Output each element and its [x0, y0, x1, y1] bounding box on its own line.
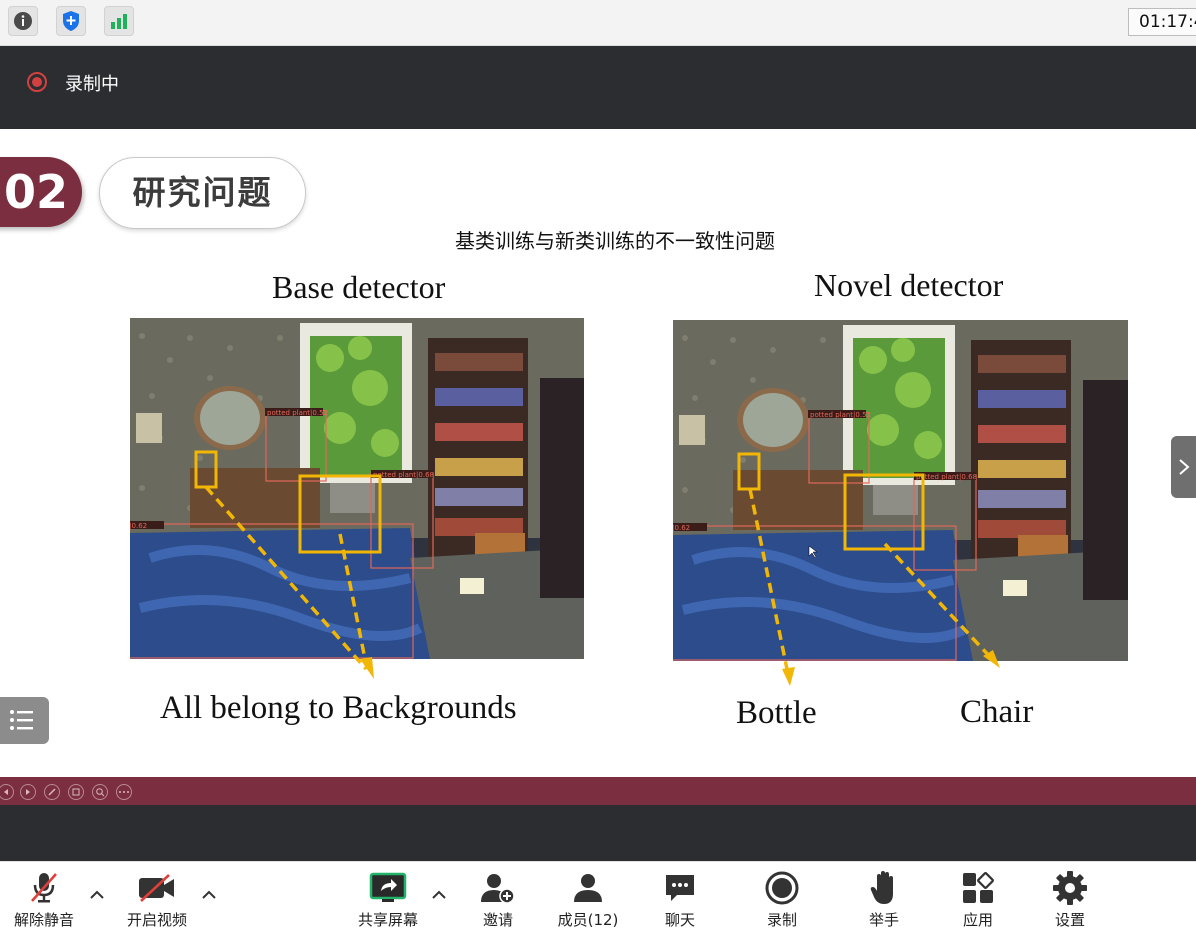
- meeting-toolbar: 解除静音 开启视频 共享屏幕 邀请 成员(12) 聊天 录制 举手 应用 设置: [0, 861, 1196, 929]
- shield-plus-icon[interactable]: [56, 6, 86, 36]
- apps-button[interactable]: 应用: [950, 862, 1006, 930]
- record-label: 录制: [766, 911, 797, 929]
- raise-hand-button[interactable]: 举手: [856, 862, 912, 930]
- recording-indicator-icon: [27, 72, 47, 92]
- raise-hand-label: 举手: [868, 911, 899, 929]
- detection-label: bed|0.62: [673, 524, 690, 532]
- record-icon: [762, 868, 802, 907]
- shared-slide: 02 研究问题 基类训练与新类训练的不一致性问题 Base detector p…: [0, 129, 1196, 777]
- slide-subtitle: 基类训练与新类训练的不一致性问题: [455, 229, 775, 253]
- signal-bars-icon[interactable]: [104, 6, 134, 36]
- chat-button[interactable]: 聊天: [652, 862, 708, 930]
- start-video-button[interactable]: 开启视频: [120, 862, 194, 930]
- record-button[interactable]: 录制: [754, 862, 810, 930]
- base-detector-title: Base detector: [272, 269, 446, 305]
- chevron-up-icon: [90, 890, 104, 899]
- chat-icon: [660, 868, 700, 907]
- meeting-area-background: [0, 805, 1196, 861]
- invite-button[interactable]: 邀请: [470, 862, 526, 930]
- info-icon[interactable]: [8, 6, 38, 36]
- members-label: 成员(12): [557, 911, 619, 929]
- chair-caption: Chair: [960, 694, 1034, 730]
- share-screen-icon: [368, 868, 408, 907]
- chevron-up-icon: [432, 890, 446, 899]
- recording-bar: 录制中: [0, 46, 1196, 129]
- invite-user-icon: [478, 868, 518, 907]
- apps-icon: [958, 868, 998, 907]
- raise-hand-icon: [864, 868, 904, 907]
- detection-label: potted plant|0.52: [810, 411, 871, 419]
- prev-icon[interactable]: [0, 784, 14, 800]
- detection-label: potted plant|0.68: [916, 473, 977, 481]
- section-number: 02: [0, 157, 82, 227]
- detection-label: bed|0.62: [130, 522, 147, 530]
- unmute-label: 解除静音: [13, 911, 74, 929]
- section-title: 研究问题: [99, 157, 306, 229]
- video-options-caret[interactable]: [200, 886, 218, 904]
- share-screen-button[interactable]: 共享屏幕: [352, 862, 424, 930]
- recording-status: 录制中: [65, 74, 119, 95]
- slides-icon[interactable]: [68, 784, 84, 800]
- slideshow-controls: [0, 777, 1196, 805]
- novel-detector-title: Novel detector: [814, 267, 1004, 303]
- pointer-arrows-right: [748, 488, 1000, 686]
- share-screen-label: 共享屏幕: [357, 911, 418, 929]
- next-icon[interactable]: [20, 784, 36, 800]
- chat-label: 聊天: [664, 911, 695, 929]
- detection-label: potted plant|0.52: [267, 409, 328, 417]
- pen-icon[interactable]: [44, 784, 60, 800]
- zoom-icon[interactable]: [92, 784, 108, 800]
- audio-options-caret[interactable]: [88, 886, 106, 904]
- slide-menu-button[interactable]: [0, 697, 49, 744]
- settings-label: 设置: [1054, 911, 1085, 929]
- chevron-up-icon: [202, 890, 216, 899]
- system-top-bar: 01:17:4: [0, 0, 1196, 46]
- detection-label: potted plant|0.68: [373, 471, 434, 479]
- gear-icon: [1050, 868, 1090, 907]
- pointer-arrows-left: [204, 485, 374, 679]
- left-caption: All belong to Backgrounds: [160, 690, 517, 726]
- members-icon: [568, 868, 608, 907]
- next-slide-button[interactable]: [1171, 436, 1196, 498]
- meeting-timer: 01:17:4: [1128, 8, 1196, 36]
- members-button[interactable]: 成员(12): [552, 862, 624, 930]
- unmute-button[interactable]: 解除静音: [8, 862, 80, 930]
- more-icon[interactable]: [116, 784, 132, 800]
- share-options-caret[interactable]: [430, 886, 448, 904]
- start-video-label: 开启视频: [126, 911, 187, 929]
- microphone-muted-icon: [24, 868, 64, 907]
- camera-off-icon: [137, 868, 177, 907]
- list-icon: [10, 710, 33, 730]
- bottle-caption: Bottle: [736, 695, 817, 731]
- chevron-right-icon: [1179, 459, 1190, 475]
- settings-button[interactable]: 设置: [1042, 862, 1098, 930]
- invite-label: 邀请: [482, 911, 513, 929]
- apps-label: 应用: [962, 911, 993, 929]
